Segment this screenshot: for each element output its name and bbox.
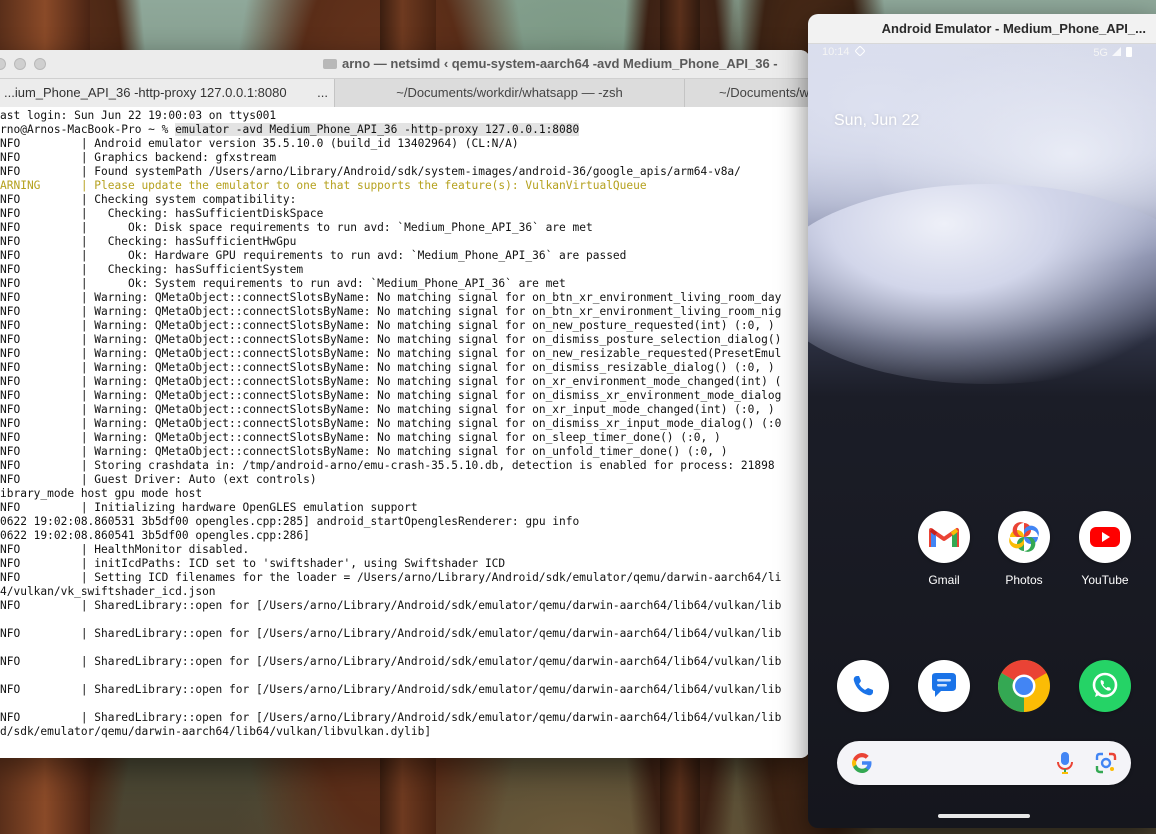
phone-home-screen[interactable]: 10:14 5G Sun, Jun 22 Gmail Photos YouTub… [808, 44, 1156, 828]
location-icon [853, 45, 866, 57]
dock-phone[interactable] [823, 660, 903, 712]
terminal-window: arno — netsimd ‹ qemu-system-aarch64 -av… [0, 50, 810, 758]
terminal-line: 4/vulkan/vk_swiftshader_icd.json [0, 585, 216, 598]
tab-emulator[interactable]: ...ium_Phone_API_36 -http-proxy 127.0.0.… [0, 79, 335, 107]
terminal-line: 0622 19:02:08.860531 3b5df00 opengles.cp… [0, 515, 580, 528]
terminal-line: NFO | Initializing hardware OpenGLES emu… [0, 501, 418, 514]
folder-icon [323, 59, 337, 69]
terminal-tab-bar: ...ium_Phone_API_36 -http-proxy 127.0.0.… [0, 79, 810, 108]
terminal-line: NFO | Storing crashdata in: /tmp/android… [0, 459, 775, 472]
whatsapp-icon [1079, 660, 1131, 712]
terminal-line: NFO | Checking: hasSufficientSystem [0, 263, 304, 276]
google-lens-icon[interactable] [1095, 752, 1117, 779]
terminal-line: NFO | Setting ICD filenames for the load… [0, 571, 782, 584]
terminal-line: NFO | SharedLibrary::open for [/Users/ar… [0, 683, 782, 696]
terminal-line: NFO | Warning: QMetaObject::connectSlots… [0, 347, 782, 360]
microphone-icon[interactable] [1057, 751, 1073, 780]
battery-icon [1126, 47, 1132, 57]
terminal-line: NFO | initIcdPaths: ICD set to 'swiftsha… [0, 557, 506, 570]
terminal-line: NFO | Warning: QMetaObject::connectSlots… [0, 361, 775, 374]
terminal-line: 0622 19:02:08.860541 3b5df00 opengles.cp… [0, 529, 310, 542]
terminal-line: NFO | Warning: QMetaObject::connectSlots… [0, 431, 721, 444]
terminal-line: NFO | Android emulator version 35.5.10.0… [0, 137, 519, 150]
network-type: 5G [1093, 47, 1108, 59]
terminal-line: NFO | Checking: hasSufficientHwGpu [0, 235, 297, 248]
terminal-line: NFO | Warning: QMetaObject::connectSlots… [0, 417, 782, 430]
status-bar: 10:14 5G [822, 45, 1142, 62]
terminal-line: NFO | SharedLibrary::open for [/Users/ar… [0, 711, 782, 724]
tab-whatsapp-zsh[interactable]: ~/Documents/workdir/whatsapp — -zsh [335, 79, 685, 107]
terminal-line: NFO | Ok: System requirements to run avd… [0, 277, 566, 290]
app-gmail[interactable]: Gmail [904, 511, 984, 587]
home-date[interactable]: Sun, Jun 22 [834, 112, 919, 130]
terminal-line: NFO | HealthMonitor disabled. [0, 543, 250, 556]
terminal-titlebar[interactable]: arno — netsimd ‹ qemu-system-aarch64 -av… [0, 50, 810, 79]
shell-prompt: rno@Arnos-MacBook-Pro ~ % [0, 123, 176, 136]
terminal-line: d/sdk/emulator/qemu/darwin-aarch64/lib64… [0, 725, 432, 738]
terminal-line: NFO | Ok: Disk space requirements to run… [0, 221, 593, 234]
terminal-line: NFO | SharedLibrary::open for [/Users/ar… [0, 655, 782, 668]
dock-whatsapp[interactable] [1065, 660, 1145, 712]
terminal-line: NFO | Warning: QMetaObject::connectSlots… [0, 445, 728, 458]
terminal-line: NFO | Checking: hasSufficientDiskSpace [0, 207, 324, 220]
android-emulator-window: Android Emulator - Medium_Phone_API_... … [808, 14, 1156, 828]
tab-documents[interactable]: ~/Documents/w [685, 79, 810, 107]
photos-pinwheel-icon [998, 511, 1050, 563]
messages-icon [918, 660, 970, 712]
app-photos[interactable]: Photos [984, 511, 1064, 587]
gmail-icon [918, 511, 970, 563]
signal-icon [1112, 47, 1121, 56]
app-youtube[interactable]: YouTube [1065, 511, 1145, 587]
terminal-line: rno@Arnos-MacBook-Pro ~ % emulator -avd … [0, 123, 810, 137]
shell-command: emulator -avd Medium_Phone_API_36 -http-… [175, 123, 580, 136]
terminal-line: NFO | Guest Driver: Auto (ext controls) [0, 473, 317, 486]
status-indicators: 5G [1093, 46, 1132, 59]
gesture-nav-handle[interactable] [938, 814, 1030, 818]
terminal-line: NFO | Ok: Hardware GPU requirements to r… [0, 249, 627, 262]
status-time: 10:14 [822, 45, 866, 58]
tab-overflow-indicator: ... [317, 85, 328, 100]
terminal-title: arno — netsimd ‹ qemu-system-aarch64 -av… [323, 56, 778, 71]
terminal-line: ast login: Sun Jun 22 19:00:03 on ttys00… [0, 109, 277, 122]
dock-messages[interactable] [904, 660, 984, 712]
terminal-line: NFO | SharedLibrary::open for [/Users/ar… [0, 627, 782, 640]
terminal-line: NFO | Warning: QMetaObject::connectSlots… [0, 319, 775, 332]
dock-chrome[interactable] [984, 660, 1064, 712]
phone-icon [837, 660, 889, 712]
wallpaper-dune [808, 184, 1156, 384]
minimize-window-button[interactable] [14, 58, 26, 70]
emulator-titlebar[interactable]: Android Emulator - Medium_Phone_API_... [808, 14, 1156, 44]
terminal-output[interactable]: ast login: Sun Jun 22 19:00:03 on ttys00… [0, 107, 810, 758]
chrome-icon [998, 660, 1050, 712]
terminal-line: NFO | Warning: QMetaObject::connectSlots… [0, 389, 782, 402]
terminal-line: NFO | Graphics backend: gfxstream [0, 151, 277, 164]
terminal-line: NFO | Checking system compatibility: [0, 193, 297, 206]
terminal-line: NFO | Warning: QMetaObject::connectSlots… [0, 375, 782, 388]
terminal-line: NFO | SharedLibrary::open for [/Users/ar… [0, 599, 782, 612]
google-g-icon [851, 752, 873, 779]
terminal-line: ARNING | Please update the emulator to o… [0, 179, 647, 192]
terminal-line: NFO | Warning: QMetaObject::connectSlots… [0, 403, 775, 416]
terminal-line: NFO | Warning: QMetaObject::connectSlots… [0, 333, 782, 346]
youtube-icon [1079, 511, 1131, 563]
zoom-window-button[interactable] [34, 58, 46, 70]
terminal-line: NFO | Found systemPath /Users/arno/Libra… [0, 165, 741, 178]
google-search-bar[interactable] [837, 741, 1131, 785]
terminal-line: ibrary_mode host gpu mode host [0, 487, 203, 500]
close-window-button[interactable] [0, 58, 6, 70]
terminal-line: NFO | Warning: QMetaObject::connectSlots… [0, 305, 782, 318]
terminal-line: NFO | Warning: QMetaObject::connectSlots… [0, 291, 782, 304]
